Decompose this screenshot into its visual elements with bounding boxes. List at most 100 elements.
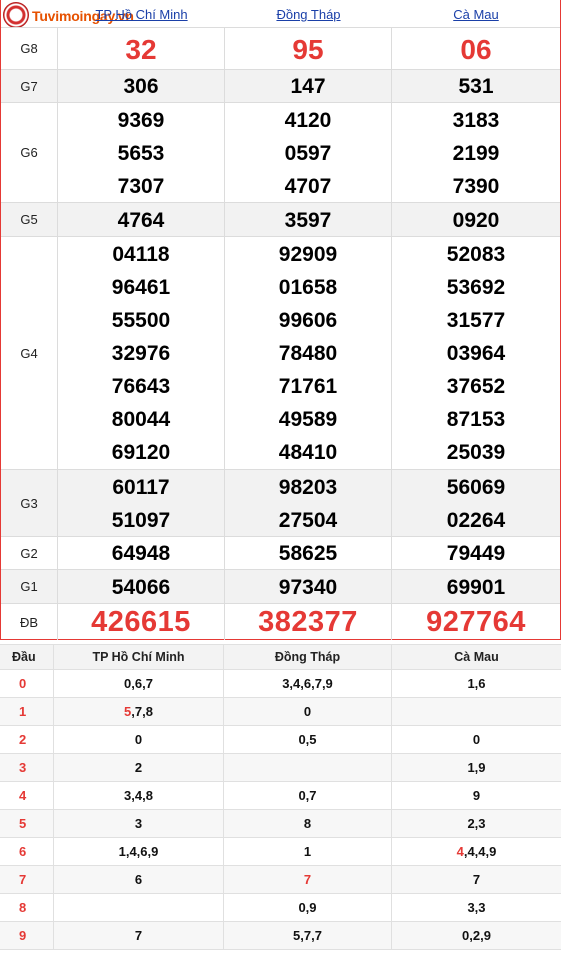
dau-row-7: 7677 — [0, 866, 561, 894]
dau-cell: 9 — [472, 788, 481, 803]
winning-number: 06 — [460, 33, 492, 65]
dau-digit: 6 — [0, 838, 54, 865]
prize-cell: 54066 — [58, 570, 225, 603]
winning-number: 147 — [290, 75, 326, 98]
prize-row-đb: ĐB 426615 382377 927764 — [1, 603, 560, 640]
prize-cell: 69901 — [392, 570, 560, 603]
dau-digit: 0 — [0, 670, 54, 697]
winning-number: 531 — [458, 75, 494, 98]
winning-number: 79449 — [446, 542, 506, 565]
highlight-digit: 7 — [303, 872, 312, 887]
column-header-tp-ho-chi-minh[interactable]: TP Hồ Chí Minh — [58, 0, 225, 27]
dau-cell: 3 — [54, 810, 224, 837]
dau-cell: 2 — [54, 754, 224, 781]
dau-cell: 0,5 — [224, 726, 392, 753]
dau-digit: 7 — [0, 866, 54, 893]
winning-number: 96461 — [111, 276, 171, 299]
dau-cell — [54, 894, 224, 921]
prize-cell: 32 — [58, 28, 225, 69]
prize-label: G5 — [1, 203, 58, 236]
dau-cell: 6 — [54, 866, 224, 893]
winning-number: 69901 — [446, 575, 506, 599]
winning-number: 87153 — [446, 408, 506, 431]
dau-cell: 7 — [54, 922, 224, 949]
winning-number: 60117 — [112, 475, 170, 499]
winning-number: 27504 — [278, 508, 338, 532]
dau-digit: 8 — [0, 894, 54, 921]
dau-digit: 9 — [0, 922, 54, 949]
winning-number: 53692 — [446, 276, 506, 299]
winning-number: 51097 — [111, 508, 171, 532]
dau-row-9: 9 7 5,7,7 0,2,9 — [0, 922, 561, 950]
dau-header-cell: Cà Mau — [454, 650, 499, 664]
winning-number: 04118 — [112, 243, 170, 266]
winning-number: 7307 — [117, 174, 165, 198]
prize-cell: 58625 — [225, 537, 392, 569]
dau-cell: 0,7 — [224, 782, 392, 809]
prize-row-g1: G1 54066 97340 69901 — [1, 569, 560, 603]
dau-cell: 2,3 — [467, 816, 486, 831]
winning-number: 03964 — [446, 342, 506, 365]
winning-number: 54066 — [111, 575, 171, 599]
column-header-dong-thap[interactable]: Đồng Tháp — [225, 0, 392, 27]
dau-cell — [392, 698, 561, 725]
prize-row-g4: G4 04118 96461 55500 32976 76643 80044 69120 929… — [1, 236, 560, 469]
prize-cell: 382377 — [225, 604, 392, 640]
dau-cell: 5,7,7 — [224, 922, 392, 949]
prize-cell: 98203 27504 — [225, 470, 392, 536]
winning-number: 9369 — [117, 108, 165, 132]
dau-digit: 3 — [0, 754, 54, 781]
dau-cell: 0 — [472, 732, 481, 747]
prize-cell: 52083 53692 31577 03964 37652 87153 25039 — [392, 237, 560, 469]
winning-number: 52083 — [446, 243, 506, 266]
winning-number: 3183 — [452, 108, 500, 132]
winning-number: 7390 — [452, 174, 500, 198]
prize-row-g8: G8 32 95 06 — [1, 27, 560, 69]
dau-statistics-table: Đầu TP Hồ Chí Minh Đồng Tháp Cà Mau 0 0,6,7 3,… — [0, 644, 561, 953]
prize-cell: 4120 0597 4707 — [225, 103, 392, 202]
winning-number: 98203 — [278, 475, 338, 499]
prize-row-g5: G5 4764 3597 0920 — [1, 202, 560, 236]
winning-number: 4707 — [284, 174, 332, 198]
prize-cell: 97340 — [225, 570, 392, 603]
winning-number: 55500 — [111, 309, 171, 332]
column-header-ca-mau[interactable]: Cà Mau — [392, 0, 560, 27]
winning-number: 64948 — [111, 542, 171, 565]
winning-number: 0920 — [452, 208, 500, 232]
dau-cell: 0,2,9 — [462, 928, 491, 943]
winning-number: 2199 — [452, 141, 500, 165]
prize-label: G1 — [1, 570, 58, 603]
dau-cell: 1,6 — [467, 676, 486, 691]
dau-header-cell: Đầu — [0, 645, 54, 669]
dau-digit: 5 — [0, 810, 54, 837]
prize-cell: 531 — [392, 70, 560, 102]
winning-number: 99606 — [278, 309, 338, 332]
winning-number: 3597 — [284, 208, 332, 232]
dau-cell: 7 — [224, 866, 392, 893]
prize-cell: 56069 02264 — [392, 470, 560, 536]
dau-row-5: 5 3 8 2,3 — [0, 810, 561, 838]
winning-number: 95 — [292, 33, 324, 65]
winning-number: 927764 — [426, 606, 526, 638]
prize-label: G3 — [1, 470, 58, 536]
prize-cell: 3183 2199 7390 — [392, 103, 560, 202]
winning-number: 80044 — [111, 408, 171, 431]
dau-header-cell: TP Hồ Chí Minh — [54, 645, 224, 669]
prize-label: G4 — [1, 237, 58, 469]
dau-row-1: 1 5,7,8 0 — [0, 698, 561, 726]
winning-number: 76643 — [111, 375, 171, 398]
prize-cell: 0920 — [392, 203, 560, 236]
winning-number: 69120 — [111, 441, 171, 464]
winning-number: 306 — [123, 75, 159, 98]
site-logo-icon[interactable] — [3, 2, 29, 28]
dau-cell: 1,9 — [467, 760, 486, 775]
dau-cell: 4,4,4,9 — [392, 838, 561, 865]
winning-number: 0597 — [284, 141, 332, 165]
dau-row-3: 3 2 1,9 — [0, 754, 561, 782]
prize-cell: 92909 01658 99606 78480 71761 49589 48410 — [225, 237, 392, 469]
winning-number: 56069 — [446, 475, 506, 499]
prize-label: G2 — [1, 537, 58, 569]
prize-label: G7 — [1, 70, 58, 102]
prize-cell: 426615 — [58, 604, 225, 640]
dau-cell: 1 — [224, 838, 392, 865]
